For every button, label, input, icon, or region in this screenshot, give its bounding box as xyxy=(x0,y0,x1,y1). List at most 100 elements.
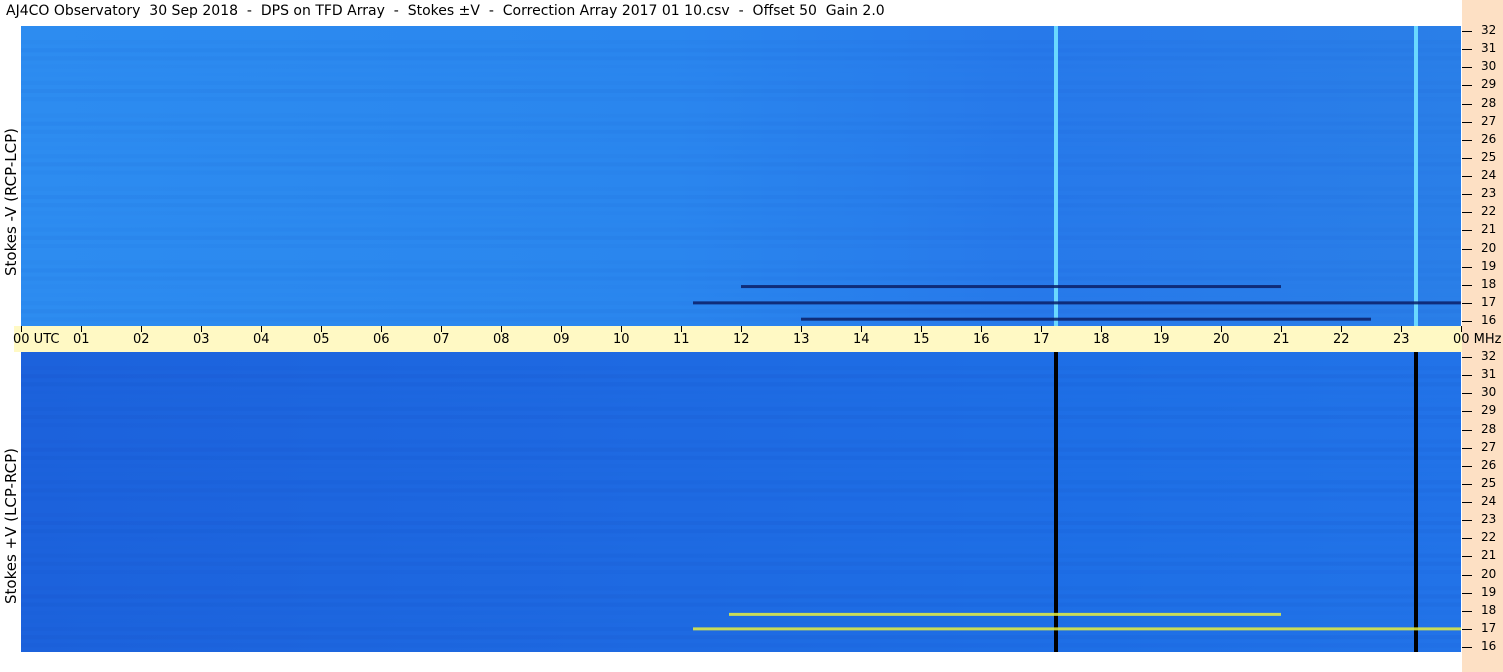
frequency-tick-label: 26 xyxy=(1481,457,1497,472)
frequency-tick-label: 22 xyxy=(1481,204,1497,219)
spectrum-band xyxy=(21,113,1461,117)
frequency-tick xyxy=(1462,375,1472,377)
spectrum-band xyxy=(21,40,1461,44)
frequency-tick-label: 17 xyxy=(1481,620,1497,635)
spectrum-band xyxy=(21,553,1461,558)
time-tick-label: 12 xyxy=(733,332,750,347)
time-tick-label: 10 xyxy=(613,332,630,347)
frequency-tick xyxy=(1462,465,1472,467)
frequency-tick xyxy=(1462,266,1472,268)
spectrum-band xyxy=(21,129,1461,134)
frequency-tick xyxy=(1462,248,1472,250)
interference-line xyxy=(1414,26,1418,326)
spectrum-band xyxy=(21,431,1461,435)
spectrum-band xyxy=(21,121,1461,126)
frequency-tick-label: 24 xyxy=(1481,168,1497,182)
frequency-tick xyxy=(1462,284,1472,286)
spectrum-band xyxy=(21,227,1461,232)
frequency-tick xyxy=(1462,429,1472,431)
spectrum-band xyxy=(21,546,1461,550)
spectrum-band xyxy=(21,472,1461,476)
spectrum-band xyxy=(21,211,1461,215)
time-tick-label: 18 xyxy=(1093,332,1110,347)
spectrum-band xyxy=(21,374,1461,379)
spectrum-band xyxy=(21,146,1461,150)
frequency-tick-label: 21 xyxy=(1481,222,1497,237)
spectrum-band xyxy=(21,195,1461,200)
time-tick-label: 14 xyxy=(853,332,870,347)
frequency-tick xyxy=(1462,411,1472,413)
spectrum-band xyxy=(21,97,1461,102)
spectrum-band xyxy=(21,220,1461,224)
frequency-tick xyxy=(1462,157,1472,159)
frequency-tick-label: 18 xyxy=(1481,276,1497,291)
time-tick-label: 19 xyxy=(1153,332,1170,347)
frequency-tick xyxy=(1462,610,1472,612)
frequency-tick xyxy=(1462,31,1472,32)
frequency-tick xyxy=(1462,49,1472,51)
spectrum-band xyxy=(21,309,1461,314)
frequency-tick-label: 24 xyxy=(1481,494,1497,508)
time-tick-label: 07 xyxy=(433,332,450,347)
spectrum-band xyxy=(21,293,1461,297)
frequency-tick-label: 18 xyxy=(1481,602,1497,617)
stokes-minus-v-spectrogram xyxy=(21,26,1461,326)
frequency-tick-label: 16 xyxy=(1481,639,1497,653)
time-tick-label: 13 xyxy=(793,332,810,347)
spectrum-band xyxy=(21,480,1461,485)
spectrum-band xyxy=(21,382,1461,387)
frequency-tick-label: 30 xyxy=(1481,59,1497,74)
emission-band xyxy=(741,285,1281,289)
time-tick-label: 00 MHz xyxy=(1453,332,1502,347)
spectrum-band xyxy=(21,170,1461,175)
frequency-tick-label: 29 xyxy=(1481,403,1497,418)
spectrum-band xyxy=(21,423,1461,428)
spectrum-band xyxy=(21,48,1461,53)
time-tick-label: 02 xyxy=(133,332,150,347)
frequency-tick-label: 31 xyxy=(1481,41,1497,56)
frequency-tick-label: 32 xyxy=(1481,23,1497,37)
frequency-tick-label: 28 xyxy=(1481,95,1497,110)
spectrum-band xyxy=(21,464,1461,468)
spectrum-band xyxy=(21,561,1461,566)
emission-band xyxy=(693,627,1461,631)
frequency-tick-label: 16 xyxy=(1481,313,1497,327)
frequency-tick-label: 26 xyxy=(1481,131,1497,146)
frequency-tick xyxy=(1462,647,1472,648)
frequency-tick-label: 25 xyxy=(1481,475,1497,490)
spectrum-band xyxy=(21,594,1461,599)
emission-band xyxy=(693,301,1461,305)
spectrum-band xyxy=(21,162,1461,167)
spectrum-band xyxy=(21,187,1461,191)
time-tick-label: 09 xyxy=(553,332,570,347)
frequency-tick-label: 25 xyxy=(1481,149,1497,164)
spectrum-band xyxy=(21,586,1461,590)
frequency-tick-label: 28 xyxy=(1481,421,1497,436)
spectrum-band xyxy=(21,537,1461,541)
time-tick-label: 05 xyxy=(313,332,330,347)
spectrum-band xyxy=(21,260,1461,264)
frequency-tick-label: 17 xyxy=(1481,294,1497,309)
frequency-tick xyxy=(1462,194,1472,196)
frequency-tick xyxy=(1462,139,1472,141)
spectrum-band xyxy=(21,366,1461,370)
spectrum-band xyxy=(21,154,1461,159)
frequency-tick xyxy=(1462,85,1472,87)
frequency-tick xyxy=(1462,121,1472,123)
spectrum-band xyxy=(21,569,1461,574)
chart-title: AJ4CO Observatory 30 Sep 2018 - DPS on T… xyxy=(6,3,885,19)
spectrum-band xyxy=(21,276,1461,281)
frequency-tick-label: 31 xyxy=(1481,367,1497,382)
stokes-plus-v-spectrogram xyxy=(21,352,1461,652)
frequency-tick xyxy=(1462,628,1472,630)
time-tick-label: 16 xyxy=(973,332,990,347)
interference-line xyxy=(1054,352,1058,652)
frequency-tick-label: 23 xyxy=(1481,186,1497,201)
spectrum-band xyxy=(21,32,1461,36)
frequency-tick-label: 23 xyxy=(1481,512,1497,527)
emission-band xyxy=(729,612,1281,616)
time-tick-label: 21 xyxy=(1273,332,1290,347)
emission-band xyxy=(801,317,1371,321)
spectrum-band xyxy=(21,138,1461,142)
frequency-tick-label: 20 xyxy=(1481,240,1497,255)
